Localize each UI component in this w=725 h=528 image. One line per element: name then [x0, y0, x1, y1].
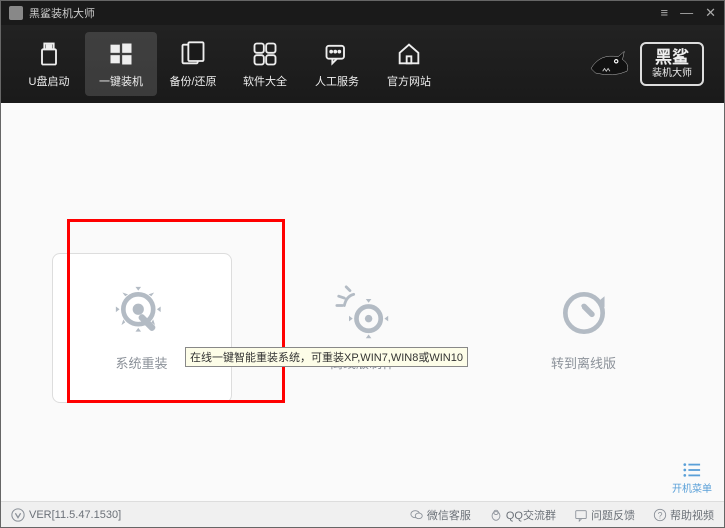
close-icon[interactable]: ✕	[705, 5, 716, 21]
refresh-wrench-icon	[556, 285, 612, 341]
svg-text:?: ?	[658, 510, 663, 520]
app-icon	[9, 6, 23, 20]
wechat-support[interactable]: 微信客服	[410, 507, 471, 523]
nav-oneclick-install[interactable]: 一键装机	[85, 32, 157, 96]
nav-label: 一键装机	[99, 73, 143, 89]
nav-backup-restore[interactable]: 备份/还原	[157, 32, 229, 96]
status-bar: VER[11.5.47.1530] 微信客服 QQ交流群 问题反馈 ? 帮助视频	[1, 501, 724, 527]
feedback-icon	[574, 508, 588, 522]
minimize-icon[interactable]: —	[680, 5, 693, 21]
gear-wrench-icon	[114, 285, 170, 341]
menu-icon[interactable]: ≡	[661, 5, 669, 21]
windows-icon	[106, 39, 136, 69]
backup-icon	[178, 39, 208, 69]
nav-label: U盘启动	[29, 73, 70, 89]
nav-support[interactable]: 人工服务	[301, 32, 373, 96]
card-to-offline[interactable]: 转到离线版	[494, 253, 674, 403]
brand-line2: 装机大师	[652, 68, 692, 79]
qq-icon	[489, 508, 503, 522]
brand-line1: 黑鲨	[655, 49, 689, 68]
status-label: 帮助视频	[670, 507, 714, 523]
nav-label: 备份/还原	[169, 73, 216, 89]
help-icon: ?	[653, 508, 667, 522]
title-bar: 黑鲨装机大师 ≡ — ✕	[1, 1, 724, 25]
status-label: 微信客服	[427, 507, 471, 523]
help-video[interactable]: ? 帮助视频	[653, 507, 714, 523]
status-label: QQ交流群	[506, 507, 556, 523]
toolbar: U盘启动 一键装机 备份/还原 软件大全 人工服务	[1, 25, 724, 103]
tooltip: 在线一键智能重装系统，可重装XP,WIN7,WIN8或WIN10	[185, 347, 468, 367]
nav-software[interactable]: 软件大全	[229, 32, 301, 96]
qq-group[interactable]: QQ交流群	[489, 507, 556, 523]
wechat-icon	[410, 508, 424, 522]
card-offline-make[interactable]: 离线版制作	[273, 253, 453, 403]
boot-menu-button[interactable]: 开机菜单	[672, 461, 712, 495]
home-icon	[394, 39, 424, 69]
feedback[interactable]: 问题反馈	[574, 507, 635, 523]
chat-icon	[322, 39, 352, 69]
nav-usb-boot[interactable]: U盘启动	[13, 32, 85, 96]
boot-menu-label: 开机菜单	[672, 480, 712, 495]
main-content: 系统重装 离线版制作 转到离线版 在线一键智能重装系统，可重装XP,WIN7,W…	[1, 103, 724, 501]
nav-website[interactable]: 官方网站	[373, 32, 445, 96]
usb-icon	[34, 39, 64, 69]
card-system-reinstall[interactable]: 系统重装	[52, 253, 232, 403]
status-label: 问题反馈	[591, 507, 635, 523]
apps-icon	[250, 39, 280, 69]
nav-label: 软件大全	[243, 73, 287, 89]
shark-icon	[586, 46, 632, 82]
nav-label: 官方网站	[387, 73, 431, 89]
list-icon	[681, 461, 703, 479]
card-label: 转到离线版	[551, 353, 616, 372]
version-text: VER[11.5.47.1530]	[29, 509, 121, 521]
app-title: 黑鲨装机大师	[29, 5, 95, 21]
card-label: 系统重装	[115, 353, 167, 372]
broken-gear-icon	[335, 285, 391, 341]
nav-label: 人工服务	[315, 73, 359, 89]
brand-logo: 黑鲨 装机大师	[586, 42, 712, 86]
version-icon	[11, 508, 25, 522]
